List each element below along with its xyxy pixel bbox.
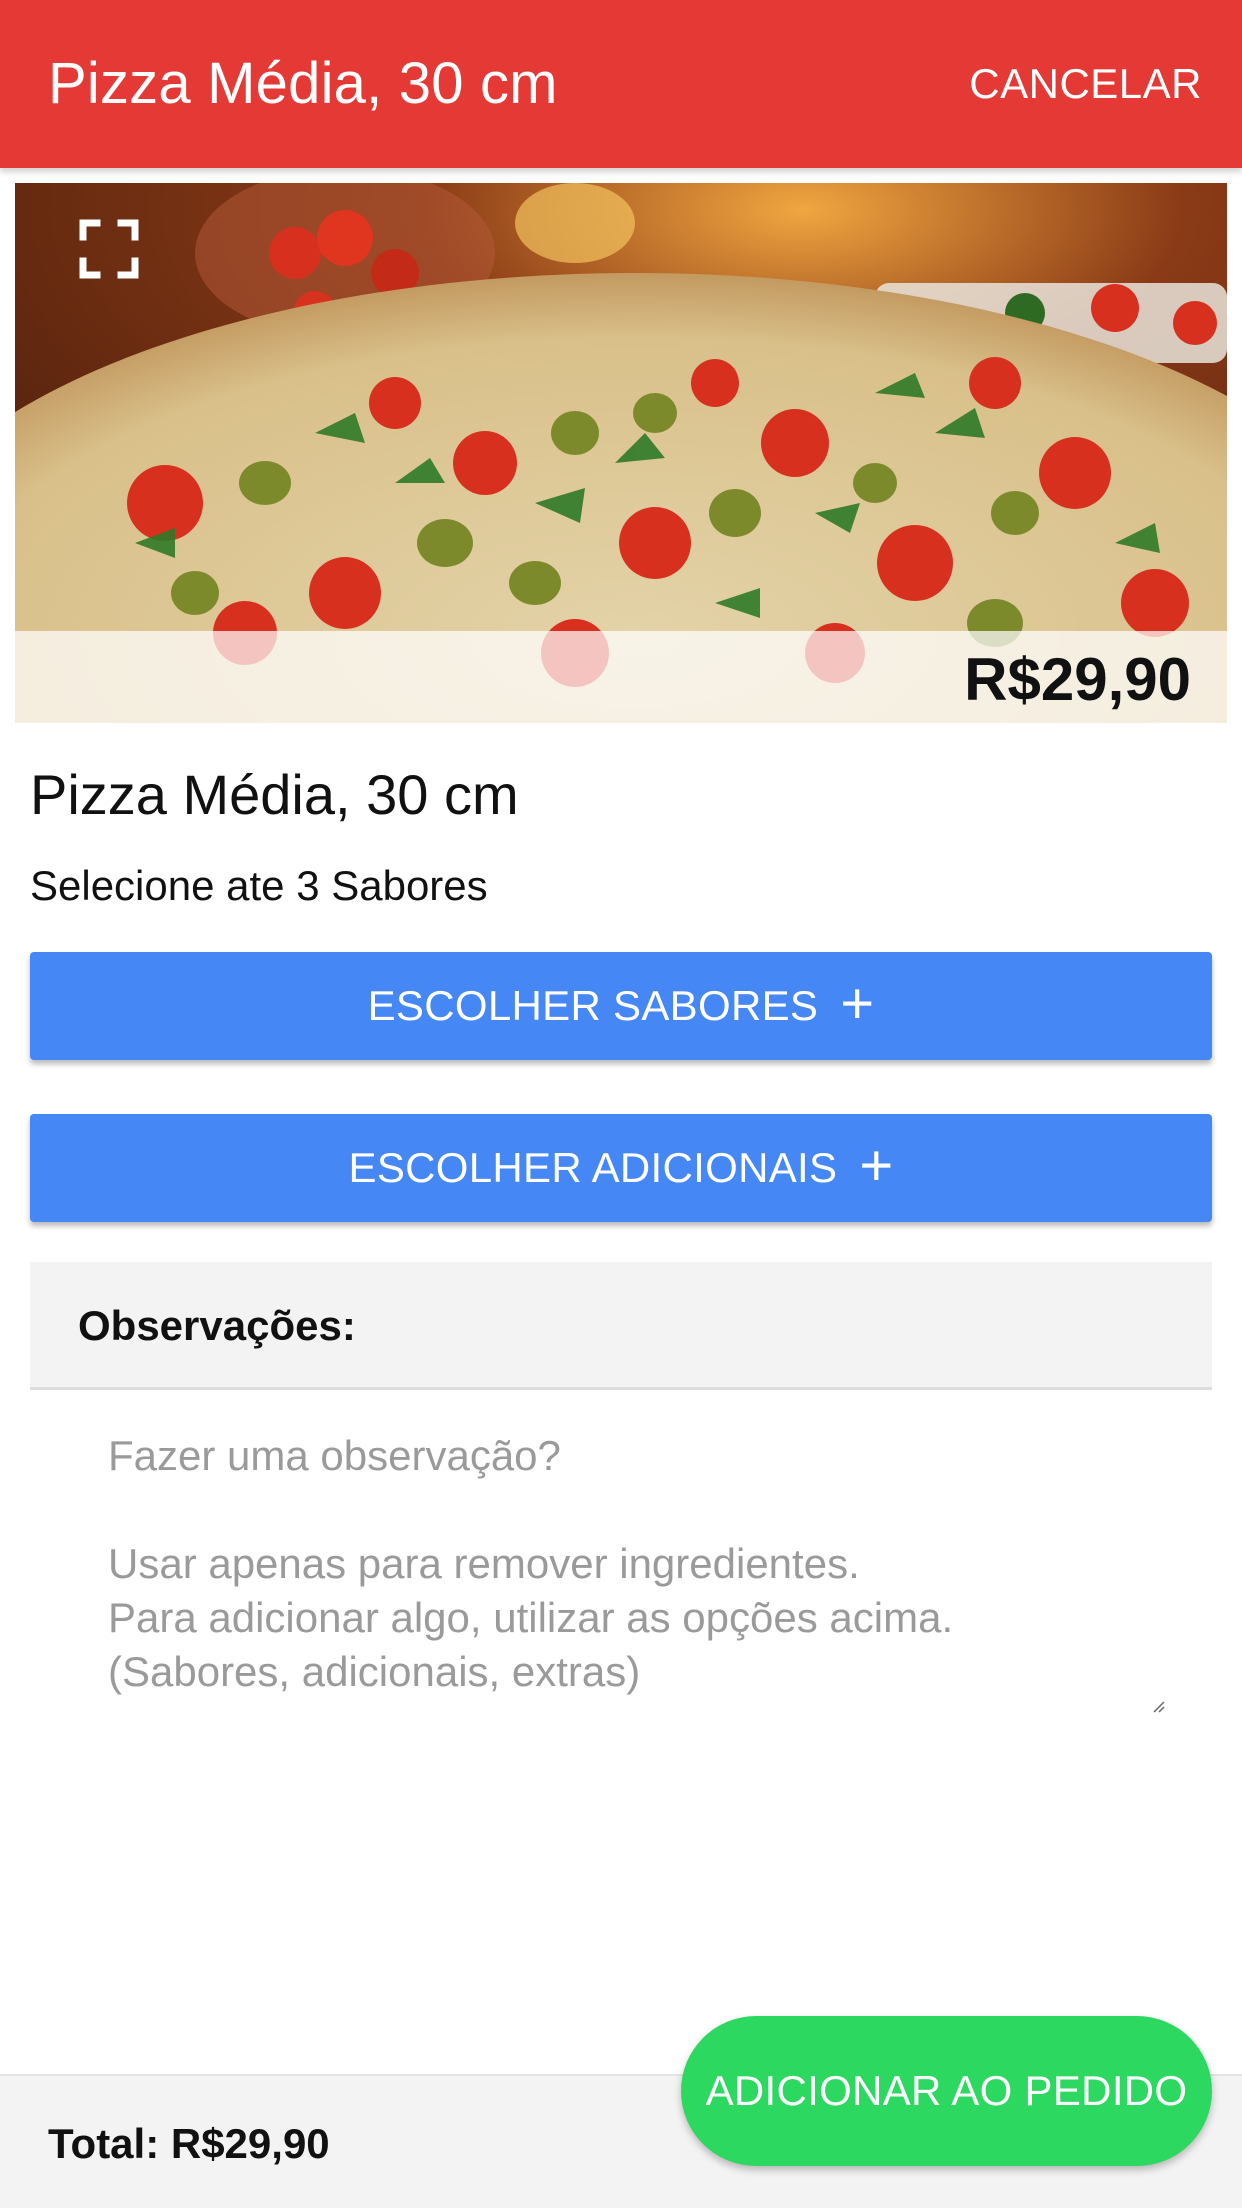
resize-grip-icon[interactable]	[1152, 1700, 1166, 1714]
product-subtitle: Selecione ate 3 Sabores	[30, 862, 488, 909]
choose-addons-label: ESCOLHER ADICIONAIS	[348, 1144, 838, 1191]
order-total: Total: R$29,90	[48, 2120, 330, 2167]
notes-placeholder: Fazer uma observação? Usar apenas para r…	[108, 1432, 954, 1695]
product-name: Pizza Média, 30 cm	[30, 763, 519, 826]
notes-textarea[interactable]: Fazer uma observação? Usar apenas para r…	[30, 1393, 1212, 1723]
price-band: R$29,90	[15, 631, 1227, 723]
choose-flavors-label: ESCOLHER SABORES	[367, 982, 819, 1029]
app-bar: Pizza Média, 30 cm CANCELAR	[0, 0, 1242, 168]
page-title: Pizza Média, 30 cm	[48, 51, 558, 116]
choose-flavors-button[interactable]: ESCOLHER SABORES +	[30, 952, 1212, 1060]
cancel-button[interactable]: CANCELAR	[969, 60, 1202, 108]
expand-icon[interactable]	[73, 213, 145, 285]
choose-addons-button[interactable]: ESCOLHER ADICIONAIS +	[30, 1114, 1212, 1222]
notes-header: Observações:	[30, 1262, 1212, 1390]
plus-icon: +	[859, 1133, 894, 1198]
product-image: R$29,90	[15, 183, 1227, 723]
plus-icon: +	[840, 971, 875, 1036]
product-detail-screen: Pizza Média, 30 cm CANCELAR R$29,90 Pizz…	[0, 0, 1242, 2208]
notes-label: Observações:	[78, 1302, 356, 1349]
add-to-order-button[interactable]: ADICIONAR AO PEDIDO	[681, 2016, 1212, 2166]
product-price: R$29,90	[964, 646, 1191, 713]
